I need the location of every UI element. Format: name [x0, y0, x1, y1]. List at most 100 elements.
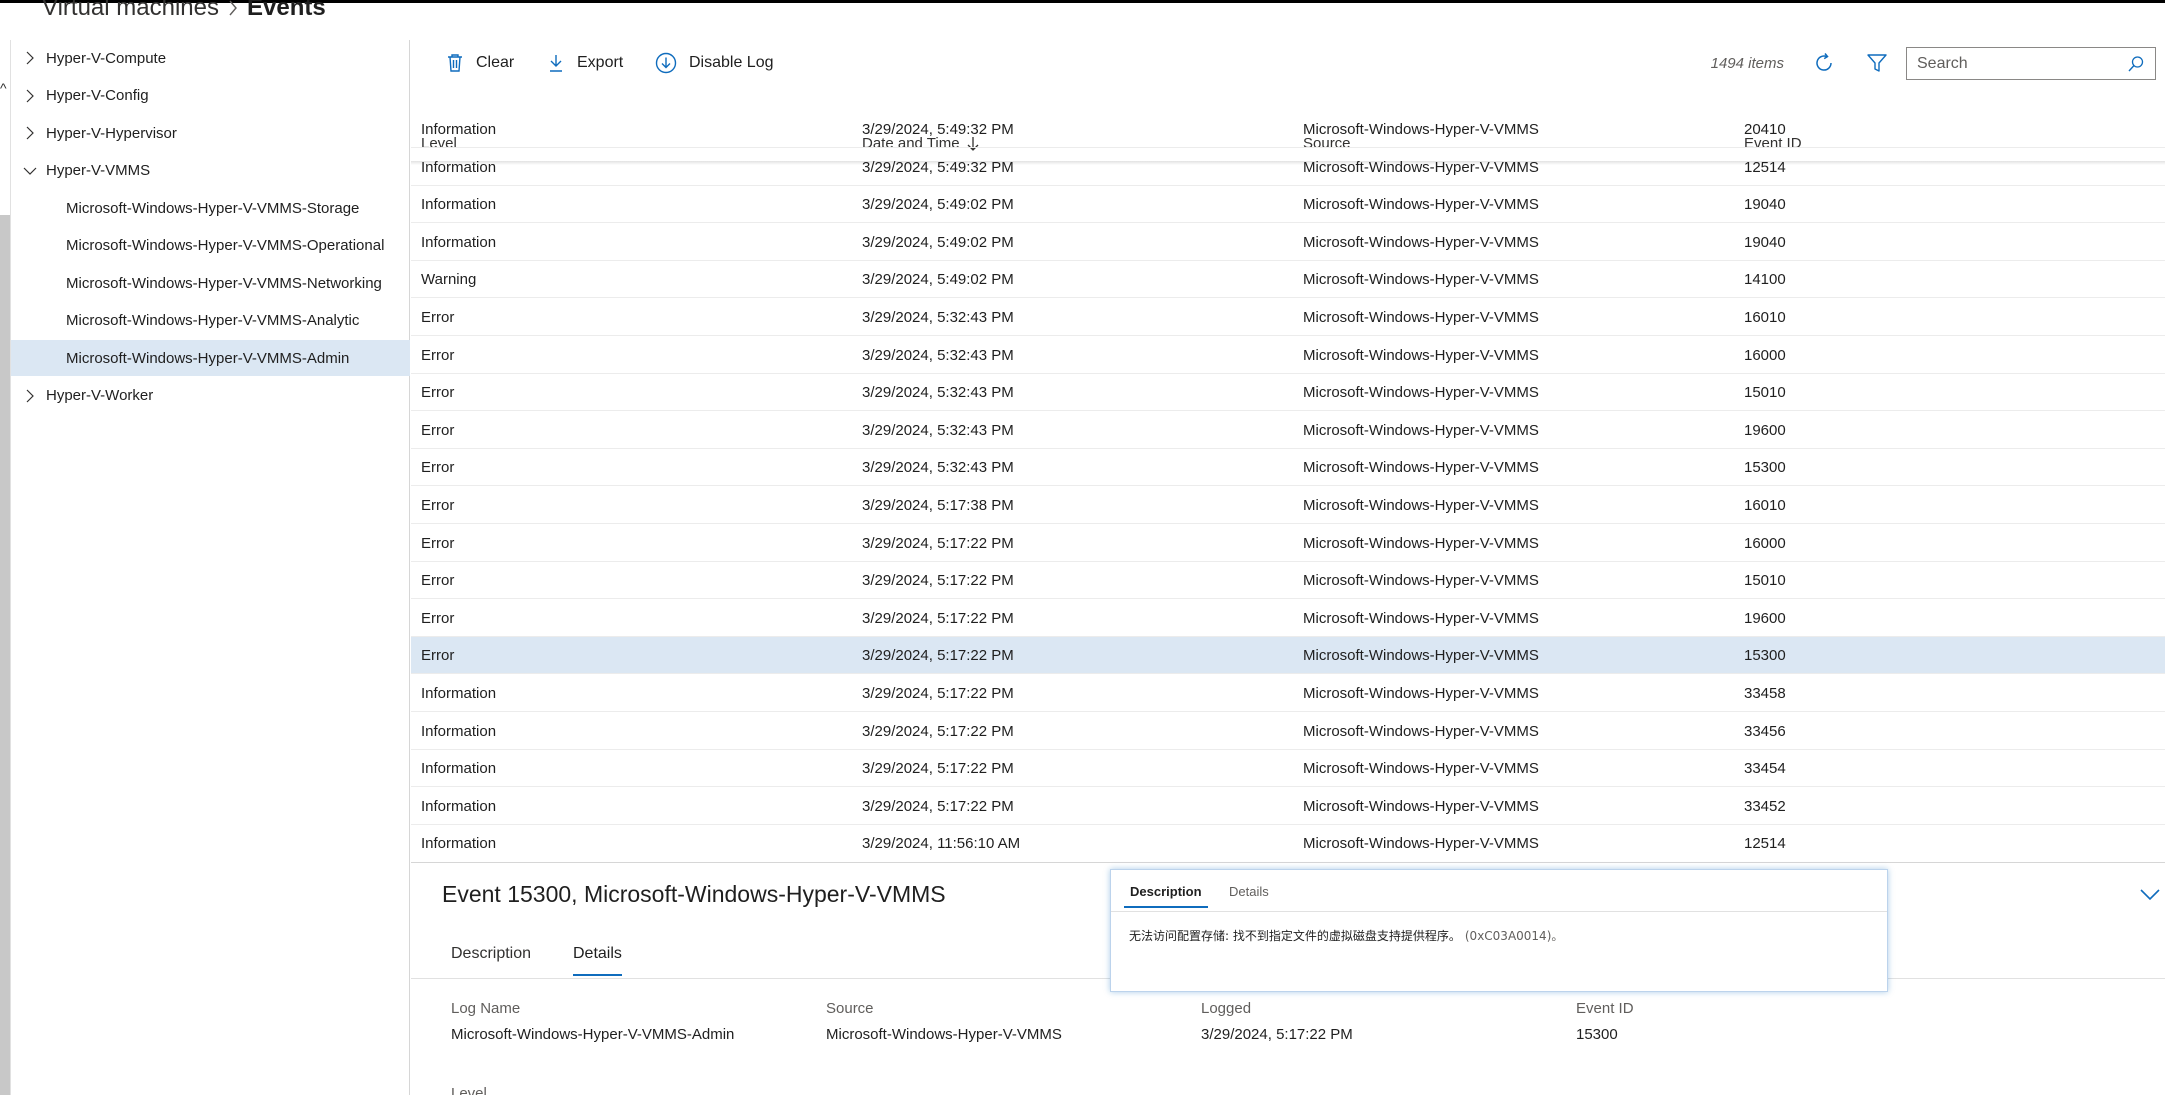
cell-event-id: 15300	[1744, 647, 1786, 665]
table-row[interactable]: Error 3/29/2024, 5:17:22 PM Microsoft-Wind…	[411, 562, 2165, 600]
cell-level: Information	[421, 797, 497, 815]
chevron-right-icon[interactable]	[23, 89, 37, 103]
disable-log-button-label: Disable Log	[689, 54, 774, 71]
sidebar-item-label: Microsoft-Windows-Hyper-V-VMMS-Analytic	[66, 312, 360, 329]
sidebar-item-label: Hyper-V-Hypervisor	[46, 124, 177, 142]
table-row[interactable]: Information 3/29/2024, 5:17:22 PM Microsof…	[411, 713, 2165, 750]
table-row[interactable]: Error 3/29/2024, 5:17:22 PM Microsoft-Wind…	[411, 637, 2165, 675]
refresh-icon	[1816, 53, 1832, 71]
table-row[interactable]: Error 3/29/2024, 5:17:22 PM Microsoft-Wind…	[411, 525, 2165, 562]
scrollbar-thumb[interactable]	[0, 215, 10, 1095]
disable-log-button[interactable]: Disable Log	[655, 48, 774, 78]
events-grid[interactable]: Information 3/29/2024, 5:49:32 PM Microsof…	[411, 122, 2165, 860]
table-row[interactable]: Information 3/29/2024, 5:49:32 PM Microsof…	[411, 149, 2165, 186]
breadcrumb-parent[interactable]: Virtual machines	[42, 0, 219, 22]
cell-source: Microsoft-Windows-Hyper-V-VMMS	[1303, 797, 1539, 815]
cell-event-id: 19040	[1744, 233, 1786, 251]
sidebar-item[interactable]: Microsoft-Windows-Hyper-V-VMMS-Analytic	[11, 303, 410, 339]
table-row[interactable]: Warning 3/29/2024, 5:49:02 PM Microsoft-Wi…	[411, 261, 2165, 299]
event-description-text: 无法访问配置存储: 找不到指定文件的虚拟磁盘支持提供程序。 (0xC03A0014…	[1129, 927, 1563, 944]
sidebar-item[interactable]: Hyper-V-Hypervisor	[11, 115, 410, 151]
chevron-right-icon	[227, 0, 239, 17]
refresh-button[interactable]	[1811, 50, 1837, 76]
cell-source: Microsoft-Windows-Hyper-V-VMMS	[1303, 760, 1539, 778]
filter-button[interactable]	[1864, 50, 1890, 76]
tab-details[interactable]: Details	[573, 945, 622, 976]
cell-date: 3/29/2024, 5:17:22 PM	[862, 760, 1014, 778]
collapse-detail-button[interactable]	[2135, 879, 2165, 909]
cell-date: 3/29/2024, 5:32:43 PM	[862, 421, 1014, 439]
export-button[interactable]: Export	[547, 48, 623, 78]
table-row[interactable]: Error 3/29/2024, 5:17:22 PM Microsoft-Wind…	[411, 600, 2165, 637]
table-row[interactable]: Information 3/29/2024, 5:49:02 PM Microsof…	[411, 224, 2165, 261]
cell-event-id: 16000	[1744, 346, 1786, 364]
cell-event-id: 19040	[1744, 196, 1786, 214]
sidebar-item[interactable]: Microsoft-Windows-Hyper-V-VMMS-Operation…	[11, 228, 410, 264]
chevron-right-icon[interactable]	[23, 126, 37, 140]
cell-source: Microsoft-Windows-Hyper-V-VMMS	[1303, 497, 1539, 514]
search-box[interactable]	[1906, 47, 2156, 80]
search-icon[interactable]	[2127, 55, 2145, 78]
cell-date: 3/29/2024, 5:32:43 PM	[862, 384, 1014, 402]
cell-source: Microsoft-Windows-Hyper-V-VMMS	[1303, 534, 1539, 552]
scroll-up-icon[interactable]: ^	[0, 80, 7, 96]
table-row[interactable]: Error 3/29/2024, 5:32:43 PM Microsoft-Wind…	[411, 412, 2165, 449]
log-name-value: Microsoft-Windows-Hyper-V-VMMS-Admin	[451, 1026, 735, 1043]
cell-level: Error	[421, 497, 455, 514]
sidebar-item[interactable]: Microsoft-Windows-Hyper-V-VMMS-Admin	[11, 340, 410, 376]
sidebar-item-label: Microsoft-Windows-Hyper-V-VMMS-Storage	[66, 199, 360, 217]
sidebar-item[interactable]: Hyper-V-Worker	[11, 378, 410, 414]
table-row[interactable]: Information 3/29/2024, 5:17:22 PM Microsof…	[411, 675, 2165, 712]
chevron-right-icon[interactable]	[23, 389, 37, 403]
cell-date: 3/29/2024, 5:49:02 PM	[862, 271, 1014, 289]
sidebar-item[interactable]: Microsoft-Windows-Hyper-V-VMMS-Networkin…	[11, 265, 410, 301]
cell-date: 3/29/2024, 5:17:22 PM	[862, 609, 1014, 627]
cell-date: 3/29/2024, 5:17:22 PM	[862, 722, 1014, 740]
chevron-down-icon[interactable]	[23, 164, 37, 178]
cell-level: Error	[421, 384, 455, 402]
cell-source: Microsoft-Windows-Hyper-V-VMMS	[1303, 572, 1539, 590]
table-row[interactable]: Information 3/29/2024, 5:17:22 PM Microsof…	[411, 750, 2165, 788]
cell-event-id: 16010	[1744, 497, 1786, 514]
sidebar-item[interactable]: Microsoft-Windows-Hyper-V-VMMS-Storage	[11, 190, 410, 226]
table-row[interactable]: Error 3/29/2024, 5:32:43 PM Microsoft-Wind…	[411, 374, 2165, 412]
table-row[interactable]: Information 3/29/2024, 5:49:02 PM Microsof…	[411, 186, 2165, 224]
cell-date: 3/29/2024, 5:17:22 PM	[862, 685, 1014, 702]
search-input[interactable]	[1917, 54, 2117, 73]
sidebar-item[interactable]: Hyper-V-Config	[11, 78, 410, 114]
clear-button[interactable]: Clear	[446, 48, 514, 78]
table-row[interactable]: Information 3/29/2024, 5:17:22 PM Microsof…	[411, 788, 2165, 825]
trash-icon	[448, 54, 462, 72]
left-scrollbar[interactable]: ^	[0, 40, 11, 1095]
cell-event-id: 12514	[1744, 158, 1786, 176]
cell-date: 3/29/2024, 5:17:22 PM	[862, 797, 1014, 815]
popup-tab-details[interactable]: Details	[1229, 884, 1269, 899]
source-label: Source	[826, 1000, 874, 1017]
popup-tab-description[interactable]: Description	[1124, 884, 1207, 908]
sidebar-item[interactable]: Hyper-V-VMMS	[11, 153, 410, 189]
cell-level: Information	[421, 233, 497, 251]
tab-description[interactable]: Description	[451, 945, 531, 963]
table-row[interactable]: Error 3/29/2024, 5:17:38 PM Microsoft-Wind…	[411, 487, 2165, 524]
cell-source: Microsoft-Windows-Hyper-V-VMMS	[1303, 459, 1539, 477]
cell-event-id: 14100	[1744, 271, 1786, 289]
cell-date: 3/29/2024, 5:49:02 PM	[862, 233, 1014, 251]
cell-event-id: 33458	[1744, 685, 1786, 702]
sidebar-item-label: Microsoft-Windows-Hyper-V-VMMS-Operation…	[66, 237, 385, 254]
logged-label: Logged	[1201, 1000, 1252, 1017]
breadcrumb-current: Events	[246, 0, 326, 21]
cell-level: Error	[421, 346, 455, 364]
cell-level: Information	[421, 835, 497, 853]
cell-date: 3/29/2024, 5:49:32 PM	[862, 122, 1014, 138]
logged-value: 3/29/2024, 5:17:22 PM	[1201, 1026, 1353, 1043]
table-row[interactable]: Information 3/29/2024, 5:49:32 PM Microsof…	[411, 122, 2165, 148]
table-row[interactable]: Information 3/29/2024, 11:56:10 AM Microso…	[411, 825, 2165, 860]
chevron-right-icon[interactable]	[23, 51, 37, 65]
table-row[interactable]: Error 3/29/2024, 5:32:43 PM Microsoft-Wind…	[411, 299, 2165, 336]
table-row[interactable]: Error 3/29/2024, 5:32:43 PM Microsoft-Wind…	[411, 337, 2165, 374]
table-row[interactable]: Error 3/29/2024, 5:32:43 PM Microsoft-Wind…	[411, 449, 2165, 487]
cell-source: Microsoft-Windows-Hyper-V-VMMS	[1303, 122, 1539, 138]
breadcrumb: Virtual machines Events	[42, 0, 326, 22]
cell-event-id: 33454	[1744, 760, 1786, 778]
sidebar-item[interactable]: Hyper-V-Compute	[11, 40, 410, 76]
